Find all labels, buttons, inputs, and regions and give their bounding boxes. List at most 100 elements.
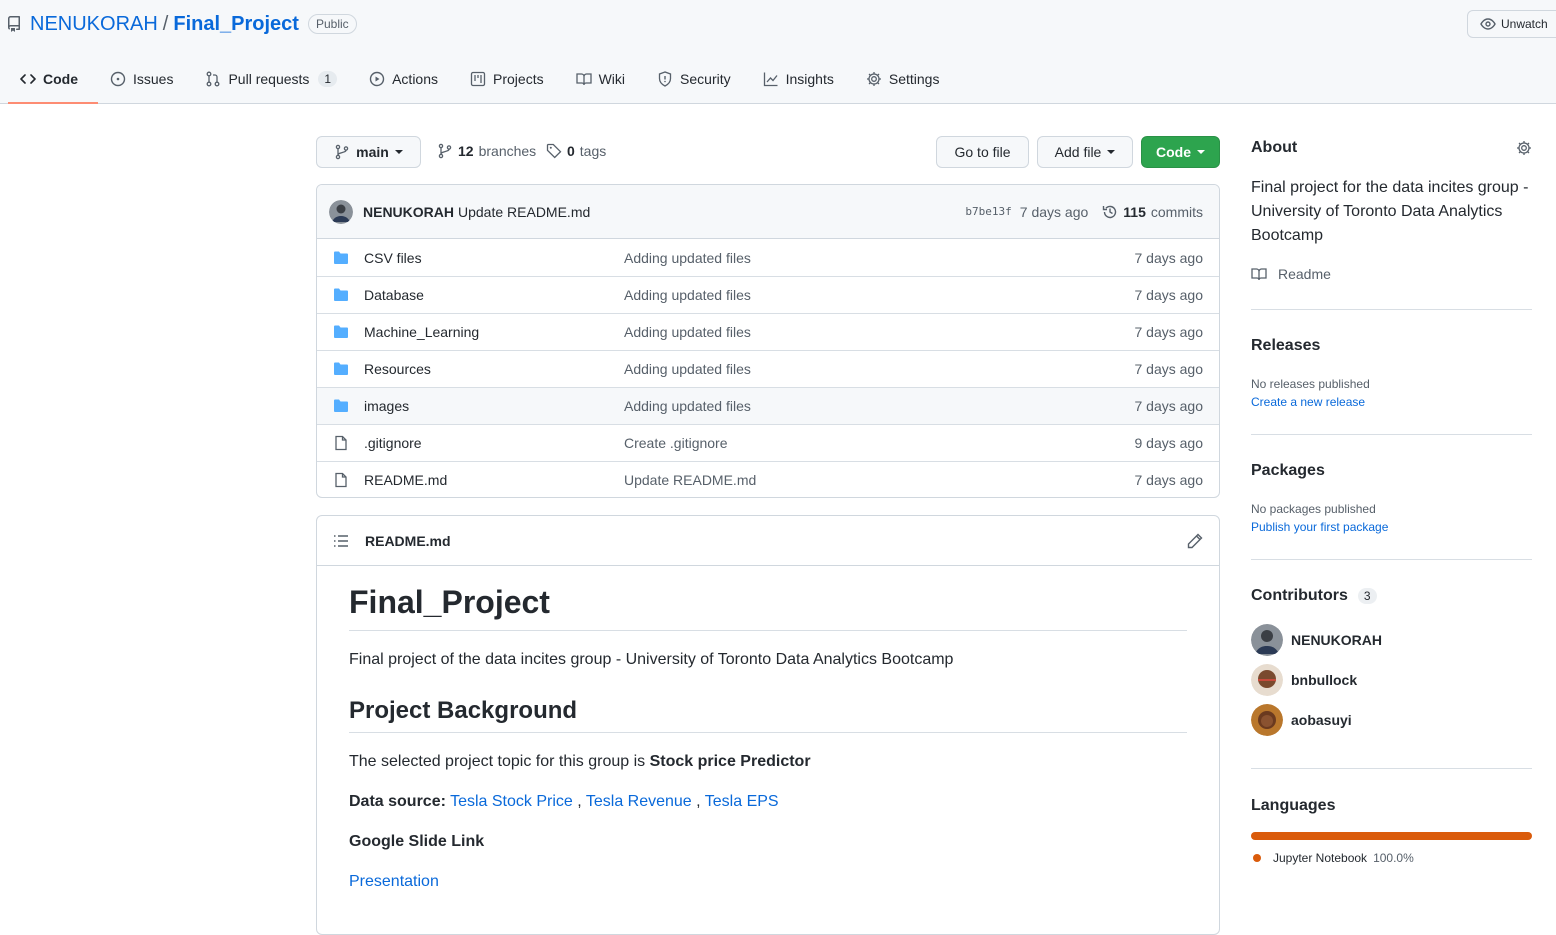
file-commit-message-link[interactable]: Adding updated files: [624, 324, 1135, 340]
file-commit-message-link[interactable]: Update README.md: [624, 472, 1135, 488]
tesla-eps-link[interactable]: Tesla EPS: [705, 793, 779, 810]
readme-section-heading: Project Background: [349, 696, 1187, 733]
tab-pull-requests[interactable]: Pull requests 1: [189, 60, 353, 98]
contributor-name: NENUKORAH: [1291, 632, 1382, 648]
add-file-label: Add file: [1054, 144, 1102, 160]
readme-panel: README.md Final_Project Final project of…: [316, 515, 1220, 935]
language-name: Jupyter Notebook: [1273, 851, 1368, 865]
topic-bold: Stock price Predictor: [649, 753, 811, 770]
file-name-link[interactable]: README.md: [364, 472, 624, 488]
create-release-link[interactable]: Create a new release: [1251, 393, 1365, 411]
file-name-link[interactable]: Database: [364, 287, 624, 303]
branch-select-button[interactable]: main: [316, 136, 421, 168]
tab-projects[interactable]: Projects: [454, 60, 560, 98]
pull-request-count: 1: [318, 71, 338, 87]
repo-owner-link[interactable]: NENUKORAH: [30, 13, 158, 36]
gear-icon[interactable]: [1516, 140, 1532, 156]
tab-insights[interactable]: Insights: [747, 60, 850, 98]
eye-icon: [1480, 18, 1496, 30]
contributor-item[interactable]: NENUKORAH: [1251, 624, 1382, 656]
folder-icon: [334, 399, 348, 412]
tesla-stock-price-link[interactable]: Tesla Stock Price: [450, 793, 573, 810]
author-avatar[interactable]: [329, 199, 353, 224]
branch-icon: [438, 143, 452, 159]
commit-message-link[interactable]: Update README.md: [458, 204, 590, 220]
avatar: [1251, 664, 1283, 696]
sidebar-divider: [1251, 309, 1532, 310]
branches-label: branches: [478, 143, 537, 159]
file-row[interactable]: .gitignore Create .gitignore 9 days ago: [317, 424, 1219, 461]
file-row[interactable]: Machine_Learning Adding updated files 7 da…: [317, 313, 1219, 350]
slide-label: Google Slide Link: [349, 833, 485, 850]
tesla-revenue-link[interactable]: Tesla Revenue: [586, 793, 692, 810]
branches-link[interactable]: 12 branches: [437, 143, 536, 159]
file-row[interactable]: images Adding updated files 7 days ago: [317, 387, 1219, 424]
language-item[interactable]: Jupyter Notebook 100.0%: [1251, 851, 1414, 865]
readme-link[interactable]: Readme: [1251, 266, 1331, 282]
folder-icon: [334, 251, 348, 264]
code-button[interactable]: Code: [1141, 136, 1220, 168]
contributors-title: Contributors: [1251, 587, 1348, 604]
chevron-down-icon: [394, 150, 403, 154]
commit-author-link[interactable]: NENUKORAH: [363, 204, 454, 220]
commit-sha-link[interactable]: b7be13f: [965, 205, 1011, 218]
tab-actions[interactable]: Actions: [353, 60, 454, 98]
unwatch-button[interactable]: Unwatch: [1467, 10, 1556, 38]
file-commit-message-link[interactable]: Adding updated files: [624, 250, 1135, 266]
releases-title[interactable]: Releases: [1251, 337, 1320, 355]
packages-title[interactable]: Packages: [1251, 462, 1325, 480]
book-icon: [575, 73, 592, 86]
repo-icon: [8, 16, 20, 32]
file-name-link[interactable]: images: [364, 398, 624, 414]
language-bar: [1251, 832, 1532, 840]
pull-request-icon: [207, 71, 220, 87]
link-separator: ,: [696, 793, 701, 810]
tab-issues[interactable]: Issues: [94, 60, 189, 98]
pencil-icon[interactable]: [1187, 533, 1203, 549]
tab-security[interactable]: Security: [641, 60, 747, 98]
file-age: 7 days ago: [1134, 249, 1204, 266]
file-age: 7 days ago: [1134, 287, 1204, 303]
file-row[interactable]: CSV files Adding updated files 7 days ago: [317, 239, 1219, 276]
file-name-link[interactable]: Resources: [364, 361, 624, 377]
file-commit-message-link[interactable]: Create .gitignore: [624, 435, 1135, 451]
readme-title: Final_Project: [349, 582, 1187, 631]
about-description: Final project for the data incites group…: [1251, 179, 1529, 244]
file-commit-message-link[interactable]: Adding updated files: [624, 361, 1135, 377]
tags-link[interactable]: 0 tags: [546, 143, 606, 159]
tab-code[interactable]: Code: [4, 60, 98, 104]
readme-intro: Final project of the data incites group …: [349, 651, 954, 668]
tab-label: Issues: [133, 71, 174, 87]
file-name-link[interactable]: .gitignore: [364, 435, 624, 451]
file-age: 7 days ago: [1134, 472, 1204, 488]
file-row[interactable]: Database Adding updated files 7 days ago: [317, 276, 1219, 313]
tab-settings[interactable]: Settings: [850, 60, 956, 98]
add-file-button[interactable]: Add file: [1037, 136, 1133, 168]
commits-label: commits: [1150, 203, 1203, 220]
tab-wiki[interactable]: Wiki: [560, 60, 641, 98]
issue-icon: [110, 71, 126, 87]
tab-label: Security: [680, 71, 731, 87]
file-row[interactable]: README.md Update README.md 7 days ago: [317, 461, 1219, 497]
contributors-header[interactable]: Contributors 3: [1251, 587, 1377, 605]
language-percent: 100.0%: [1373, 851, 1414, 865]
presentation-link[interactable]: Presentation: [349, 873, 439, 890]
commits-history-link[interactable]: 115 commits: [1102, 204, 1203, 220]
packages-empty: No packages published: [1251, 502, 1376, 516]
file-name-link[interactable]: CSV files: [364, 250, 624, 266]
file-row[interactable]: Resources Adding updated files 7 days ago: [317, 350, 1219, 387]
list-icon[interactable]: [333, 533, 349, 549]
readme-content: Final_Project Final project of the data …: [349, 582, 1187, 894]
contributor-item[interactable]: aobasuyi: [1251, 704, 1352, 736]
file-name-link[interactable]: Machine_Learning: [364, 324, 624, 340]
file-commit-message-link[interactable]: Adding updated files: [624, 398, 1135, 414]
releases-empty: No releases published: [1251, 377, 1370, 391]
language-color-dot: [1253, 854, 1261, 862]
repo-name-link[interactable]: Final_Project: [173, 13, 299, 36]
go-to-file-button[interactable]: Go to file: [936, 136, 1029, 168]
tab-label: Wiki: [598, 71, 626, 87]
file-commit-message-link[interactable]: Adding updated files: [624, 287, 1135, 303]
contributor-item[interactable]: bnbullock: [1251, 664, 1357, 696]
contributors-count: 3: [1357, 588, 1377, 604]
publish-package-link[interactable]: Publish your first package: [1251, 518, 1388, 536]
